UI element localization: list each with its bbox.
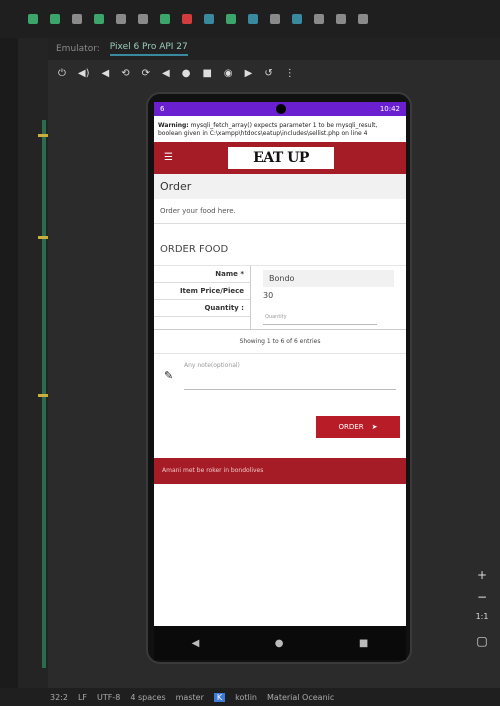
page-description: Order your food here.	[154, 199, 406, 224]
app-header: ☰ EAT UP	[154, 141, 406, 174]
order-button[interactable]: ORDER ➤	[316, 415, 400, 438]
volume-down-icon[interactable]: ◀	[102, 68, 110, 79]
file-encoding[interactable]: UTF-8	[97, 693, 120, 702]
settings-icon[interactable]	[358, 14, 368, 24]
ide-toolbar	[0, 0, 500, 38]
attach-icon[interactable]	[138, 14, 148, 24]
screenshot-icon[interactable]: ◉	[224, 68, 233, 79]
warning-label: Warning:	[158, 122, 189, 129]
tab-emulator[interactable]: Emulator:	[56, 44, 100, 54]
stop-icon[interactable]	[182, 14, 192, 24]
menu-icon[interactable]: ☰	[164, 152, 173, 163]
device-frame: 6 10:42 Warning: mysqli_fetch_array() ex…	[146, 92, 412, 664]
build-icon[interactable]	[72, 14, 82, 24]
fit-screen-icon[interactable]: ▢	[474, 634, 490, 650]
overview-icon[interactable]: ■	[202, 68, 211, 79]
tool-window-tabs: Emulator: Pixel 6 Pro API 27	[48, 38, 500, 60]
left-gutter	[0, 38, 18, 688]
order-form: Name * Item Price/Piece Quantity : Bondo…	[154, 265, 406, 330]
logo[interactable]: EAT UP	[228, 146, 334, 169]
volume-up-icon[interactable]: ◀)	[78, 68, 90, 79]
pencil-icon: ✎	[164, 369, 174, 383]
note-row: ✎ Any note(optional)	[154, 354, 406, 398]
entries-info: Showing 1 to 6 of 6 entries	[154, 330, 406, 354]
nav-recents-icon[interactable]: ■	[359, 638, 368, 649]
camera-cutout	[276, 104, 286, 114]
quantity-input[interactable]: Quantity	[263, 310, 377, 325]
more-icon[interactable]: ⋮	[285, 68, 295, 79]
device-manager-icon[interactable]	[292, 14, 302, 24]
price-value: 30	[263, 290, 274, 300]
page-title: Order	[154, 173, 406, 199]
git-commit-icon[interactable]	[226, 14, 236, 24]
note-input[interactable]: Any note(optional)	[184, 362, 396, 390]
theme-name[interactable]: Material Oceanic	[267, 693, 334, 702]
android-icon[interactable]	[94, 14, 104, 24]
name-select[interactable]: Bondo	[263, 269, 394, 287]
sdk-manager-icon[interactable]	[314, 14, 324, 24]
order-food-heading: ORDER FOOD	[154, 224, 406, 266]
indent-setting[interactable]: 4 spaces	[130, 693, 165, 702]
emulator-toolbar: ⏻ ◀) ◀ ⟲ ⟳ ◀ ● ■ ◉ ▶ ↺ ⋮	[48, 62, 500, 84]
git-branch[interactable]: master	[176, 693, 204, 702]
form-labels: Name * Item Price/Piece Quantity :	[154, 265, 251, 329]
warning-marker	[38, 394, 48, 397]
warning-marker	[38, 236, 48, 239]
search-icon[interactable]	[336, 14, 346, 24]
device-screen: 6 10:42 Warning: mysqli_fetch_array() ex…	[154, 102, 406, 660]
zoom-in-icon[interactable]: +	[474, 568, 490, 584]
send-icon: ➤	[371, 422, 378, 431]
name-label: Name *	[154, 266, 250, 283]
zoom-reset-icon[interactable]: 1:1	[474, 612, 490, 628]
history-icon[interactable]	[248, 14, 258, 24]
price-label: Item Price/Piece	[154, 283, 250, 300]
undo-icon[interactable]	[270, 14, 280, 24]
rotate-left-icon[interactable]: ⟲	[121, 68, 129, 79]
warning-text: mysqli_fetch_array() expects parameter 1…	[158, 122, 378, 137]
nav-back-icon[interactable]: ◀	[192, 638, 200, 649]
php-warning: Warning: mysqli_fetch_array() expects pa…	[154, 116, 406, 142]
apply-icon[interactable]	[160, 14, 170, 24]
record-icon[interactable]: ▶	[245, 68, 253, 79]
zoom-controls: + − 1:1 ▢	[468, 84, 500, 688]
line-separator[interactable]: LF	[78, 693, 87, 702]
kotlin-label[interactable]: kotlin	[235, 693, 257, 702]
run-icon[interactable]	[28, 14, 38, 24]
zoom-out-icon[interactable]: −	[474, 590, 490, 606]
form-fields: Bondo 30 Quantity	[251, 266, 406, 329]
ide-status-bar: 32:2 LF UTF-8 4 spaces master K kotlin M…	[0, 688, 500, 706]
tab-device[interactable]: Pixel 6 Pro API 27	[109, 42, 188, 56]
warning-marker	[38, 134, 48, 137]
snapshot-icon[interactable]: ↺	[264, 68, 272, 79]
status-time: 10:42	[379, 105, 400, 113]
rotate-right-icon[interactable]: ⟳	[142, 68, 150, 79]
cursor-position[interactable]: 32:2	[50, 693, 68, 702]
power-icon[interactable]: ⏻	[58, 68, 66, 79]
kotlin-badge: K	[213, 692, 226, 702]
quantity-label: Quantity :	[154, 300, 250, 317]
logo-text: EAT UP	[253, 149, 309, 166]
footer-banner: Amani met be roker in bondolives	[154, 457, 406, 484]
footer-text: Amani met be roker in bondolives	[162, 467, 264, 475]
nav-home-icon[interactable]: ●	[275, 638, 284, 649]
debug-icon[interactable]	[50, 14, 60, 24]
back-icon[interactable]: ◀	[162, 68, 170, 79]
profile-icon[interactable]	[116, 14, 126, 24]
android-nav-bar: ◀ ● ■	[154, 626, 406, 660]
order-button-label: ORDER	[338, 422, 364, 431]
home-icon[interactable]: ●	[182, 68, 191, 79]
status-left: 6	[160, 105, 165, 113]
git-update-icon[interactable]	[204, 14, 214, 24]
